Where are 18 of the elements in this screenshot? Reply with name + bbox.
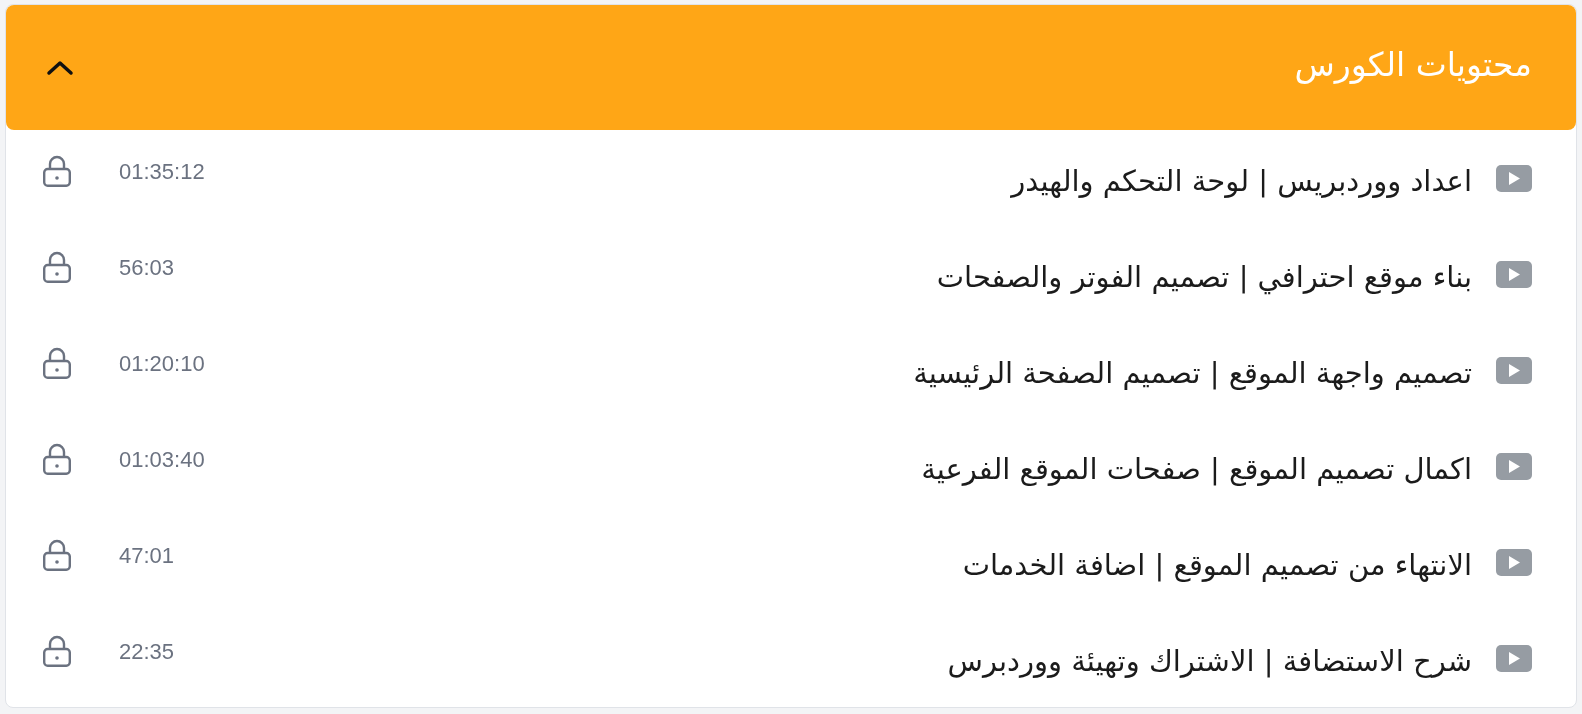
- lesson-title[interactable]: الانتهاء من تصميم الموقع | اضافة الخدمات: [962, 544, 1472, 580]
- lesson-duration: 01:20:10: [119, 349, 206, 378]
- lesson-duration: 56:03: [119, 253, 176, 282]
- video-play-icon: [1496, 548, 1532, 576]
- video-play-icon: [1496, 260, 1532, 288]
- video-play-icon: [1496, 452, 1532, 480]
- lesson-title[interactable]: شرح الاستضافة | الاشتراك وتهيئة ووردبرس: [947, 640, 1472, 676]
- lesson-title[interactable]: تصميم واجهة الموقع | تصميم الصفحة الرئيسية: [913, 352, 1472, 388]
- lesson-duration: 47:01: [119, 541, 176, 570]
- lesson-title[interactable]: اكمال تصميم الموقع | صفحات الموقع الفرعية: [921, 448, 1472, 484]
- lesson-duration: 22:35: [119, 637, 176, 666]
- video-play-icon: [1496, 356, 1532, 384]
- section-title: محتويات الكورس: [1294, 48, 1532, 86]
- lesson-duration: 01:03:40: [119, 445, 206, 474]
- video-play-icon: [1496, 644, 1532, 672]
- video-play-icon: [1496, 164, 1532, 192]
- lesson-duration: 01:35:12: [119, 157, 206, 186]
- lesson-title[interactable]: اعداد ووردبريس | لوحة التحكم والهيدر: [1011, 160, 1472, 196]
